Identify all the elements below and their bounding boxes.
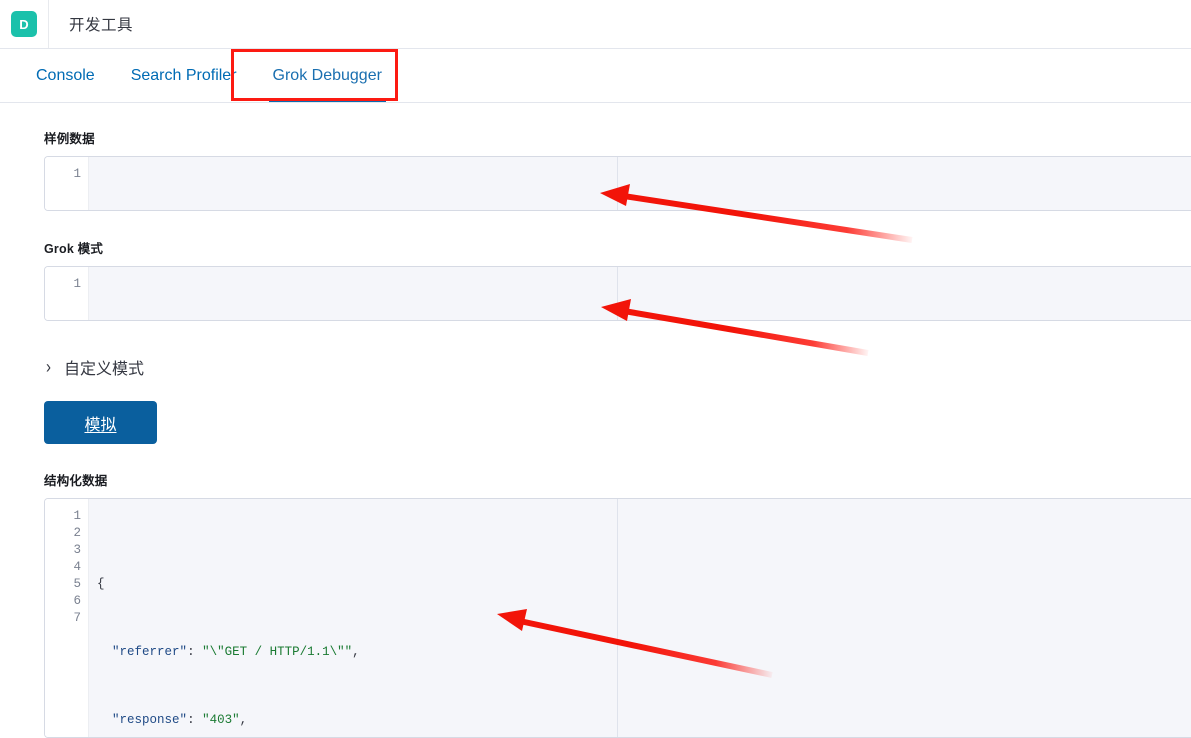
json-entry: "response": "403", [97,712,1191,729]
line-number-text: 1 [73,509,81,523]
custom-patterns-label: 自定义模式 [64,361,145,378]
grok-pattern-gutter: 1 [45,267,89,320]
line-number: 3 [73,543,81,557]
sample-data-code[interactable]: 172.16.213.132 [07/Feb/2019:16:24:19 +08… [89,157,1191,210]
tab-search-profiler[interactable]: Search Profiler [113,49,255,102]
custom-patterns-accordion[interactable]: › 自定义模式 [0,355,1191,379]
grok-pattern-label: Grok 模式 [44,242,104,256]
line-number: 2 [73,526,81,540]
editor-ruler [617,499,618,737]
json-colon: : [187,645,203,659]
json-comma: , [239,713,248,727]
json-key: "response" [112,713,188,727]
tab-grok-debugger-label: Grok Debugger [272,66,382,84]
json-open-brace: { [97,576,1191,593]
line-number: 1 [73,167,81,181]
tab-console-label: Console [36,66,95,84]
grok-pattern-editor[interactable]: 1 %{IP:clientip}\ \[%{HTTPDATE:timestamp… [45,267,1191,320]
simulate-button[interactable]: 模拟 [44,401,157,444]
devtools-logo-icon: D [11,11,37,37]
json-key: "referrer" [112,645,188,659]
app-logo-container[interactable]: D [0,0,49,48]
json-value: "\"GET / HTTP/1.1\"" [202,645,353,659]
structured-data-code[interactable]: { "referrer": "\"GET / HTTP/1.1\"", "res… [89,499,1191,737]
sample-data-panel[interactable]: 1 172.16.213.132 [07/Feb/2019:16:24:19 +… [44,156,1191,211]
json-brace-text: { [97,577,105,591]
grok-pattern-code[interactable]: %{IP:clientip}\ \[%{HTTPDATE:timestamp}\… [89,267,1191,320]
json-value: "403" [202,713,240,727]
grok-pattern-panel[interactable]: 1 %{IP:clientip}\ \[%{HTTPDATE:timestamp… [44,266,1191,321]
line-number: 1 ▾ [45,508,97,525]
line-number: 4 [73,560,81,574]
json-value-text: \"GET / HTTP/1.1\" [209,645,345,659]
line-number: 7 [73,611,81,625]
page-title: 开发工具 [69,17,134,34]
json-key-text: response [119,713,180,727]
app-header: D 开发工具 [0,0,1191,49]
chevron-right-icon: › [46,356,51,378]
sample-data-gutter: 1 [45,157,89,210]
json-value-text: 403 [209,713,233,727]
line-number: 5 [73,577,81,591]
json-comma: , [352,645,360,659]
main-content: 样例数据 1 172.16.213.132 [07/Feb/2019:16:24… [0,103,1191,738]
section-sample-data: 样例数据 1 172.16.213.132 [07/Feb/2019:16:24… [0,103,1191,211]
json-entry: "referrer": "\"GET / HTTP/1.1\"", [97,644,1191,661]
tab-bar: Console Search Profiler Grok Debugger [0,49,1191,103]
editor-ruler [617,157,618,210]
tab-console[interactable]: Console [18,49,113,102]
line-number: 6 [73,594,81,608]
structured-data-label: 结构化数据 [44,474,108,488]
section-grok-pattern: Grok 模式 1 %{IP:clientip}\ \[%{HTTPDATE:t… [0,211,1191,321]
line-number: 1 [73,277,81,291]
structured-data-panel[interactable]: 1 ▾ 2 3 4 5 6 7 { "referrer": "\"GET / H… [44,498,1191,738]
tab-search-profiler-label: Search Profiler [130,66,237,84]
json-colon: : [187,713,203,727]
structured-data-gutter: 1 ▾ 2 3 4 5 6 7 [45,499,97,737]
tab-grok-debugger[interactable]: Grok Debugger [255,49,400,102]
editor-ruler [617,267,618,320]
json-key-text: referrer [119,645,180,659]
sample-data-editor[interactable]: 1 172.16.213.132 [07/Feb/2019:16:24:19 +… [45,157,1191,210]
structured-data-editor[interactable]: 1 ▾ 2 3 4 5 6 7 { "referrer": "\"GET / H… [45,499,1191,737]
sample-data-label: 样例数据 [44,132,95,146]
section-structured-data: 结构化数据 1 ▾ 2 3 4 5 6 7 { [0,444,1191,738]
